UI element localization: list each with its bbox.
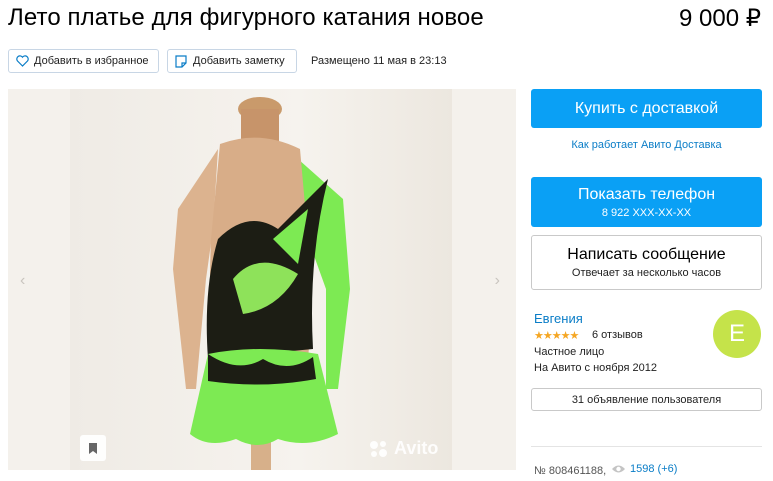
- show-phone-label: Показать телефон: [577, 185, 716, 203]
- views-counter: 1598 (+6): [611, 463, 677, 475]
- write-message-label: Написать сообщение: [567, 246, 726, 263]
- avito-logo-icon: [370, 440, 387, 457]
- listing-price: 9 000 ₽: [679, 5, 761, 32]
- eye-icon: [612, 465, 625, 473]
- posted-date: Размещено 11 мая в 23:13: [311, 55, 447, 67]
- show-phone-button[interactable]: Показать телефон 8 922 XXX-XX-XX: [531, 177, 762, 227]
- buy-with-delivery-button[interactable]: Купить с доставкой: [531, 89, 762, 128]
- seller-since: На Авито с ноября 2012: [534, 362, 658, 374]
- listing-title: Лето платье для фигурного катания новое: [8, 4, 484, 31]
- add-note-label: Добавить заметку: [193, 55, 285, 67]
- seller-type: Частное лицо: [534, 346, 605, 358]
- divider: [531, 446, 762, 447]
- delivery-info-link[interactable]: Как работает Авито Доставка: [531, 139, 762, 151]
- add-note-button[interactable]: Добавить заметку: [167, 49, 297, 73]
- add-to-favorites-button[interactable]: Добавить в избранное: [8, 49, 159, 73]
- chevron-left-icon[interactable]: ‹: [20, 272, 25, 290]
- seller-reviews-link[interactable]: 6 отзывов: [592, 329, 643, 341]
- chevron-right-icon[interactable]: ›: [495, 272, 500, 290]
- seller-name-link[interactable]: Евгения: [534, 311, 583, 326]
- response-time-text: Отвечает за несколько часов: [571, 267, 722, 279]
- seller-listings-button[interactable]: 31 объявление пользователя: [531, 388, 762, 411]
- heart-icon: [15, 54, 29, 68]
- dress-photo: [173, 97, 350, 470]
- add-to-favorites-label: Добавить в избранное: [34, 55, 149, 67]
- seller-rating-stars: ★★★★★: [534, 330, 579, 342]
- avito-watermark-text: Avito: [394, 438, 439, 458]
- bookmark-icon[interactable]: [80, 435, 106, 461]
- phone-number-masked: 8 922 XXX-XX-XX: [601, 206, 692, 219]
- views-count: 1598 (+6): [630, 463, 678, 475]
- item-number: № 808461188,: [534, 465, 607, 477]
- note-icon: [174, 54, 188, 68]
- seller-avatar[interactable]: E: [713, 310, 761, 358]
- photo-gallery[interactable]: ‹ › Avito: [8, 89, 516, 470]
- avito-watermark: Avito: [368, 438, 438, 459]
- write-message-button[interactable]: Написать сообщение Отвечает за несколько…: [531, 235, 762, 290]
